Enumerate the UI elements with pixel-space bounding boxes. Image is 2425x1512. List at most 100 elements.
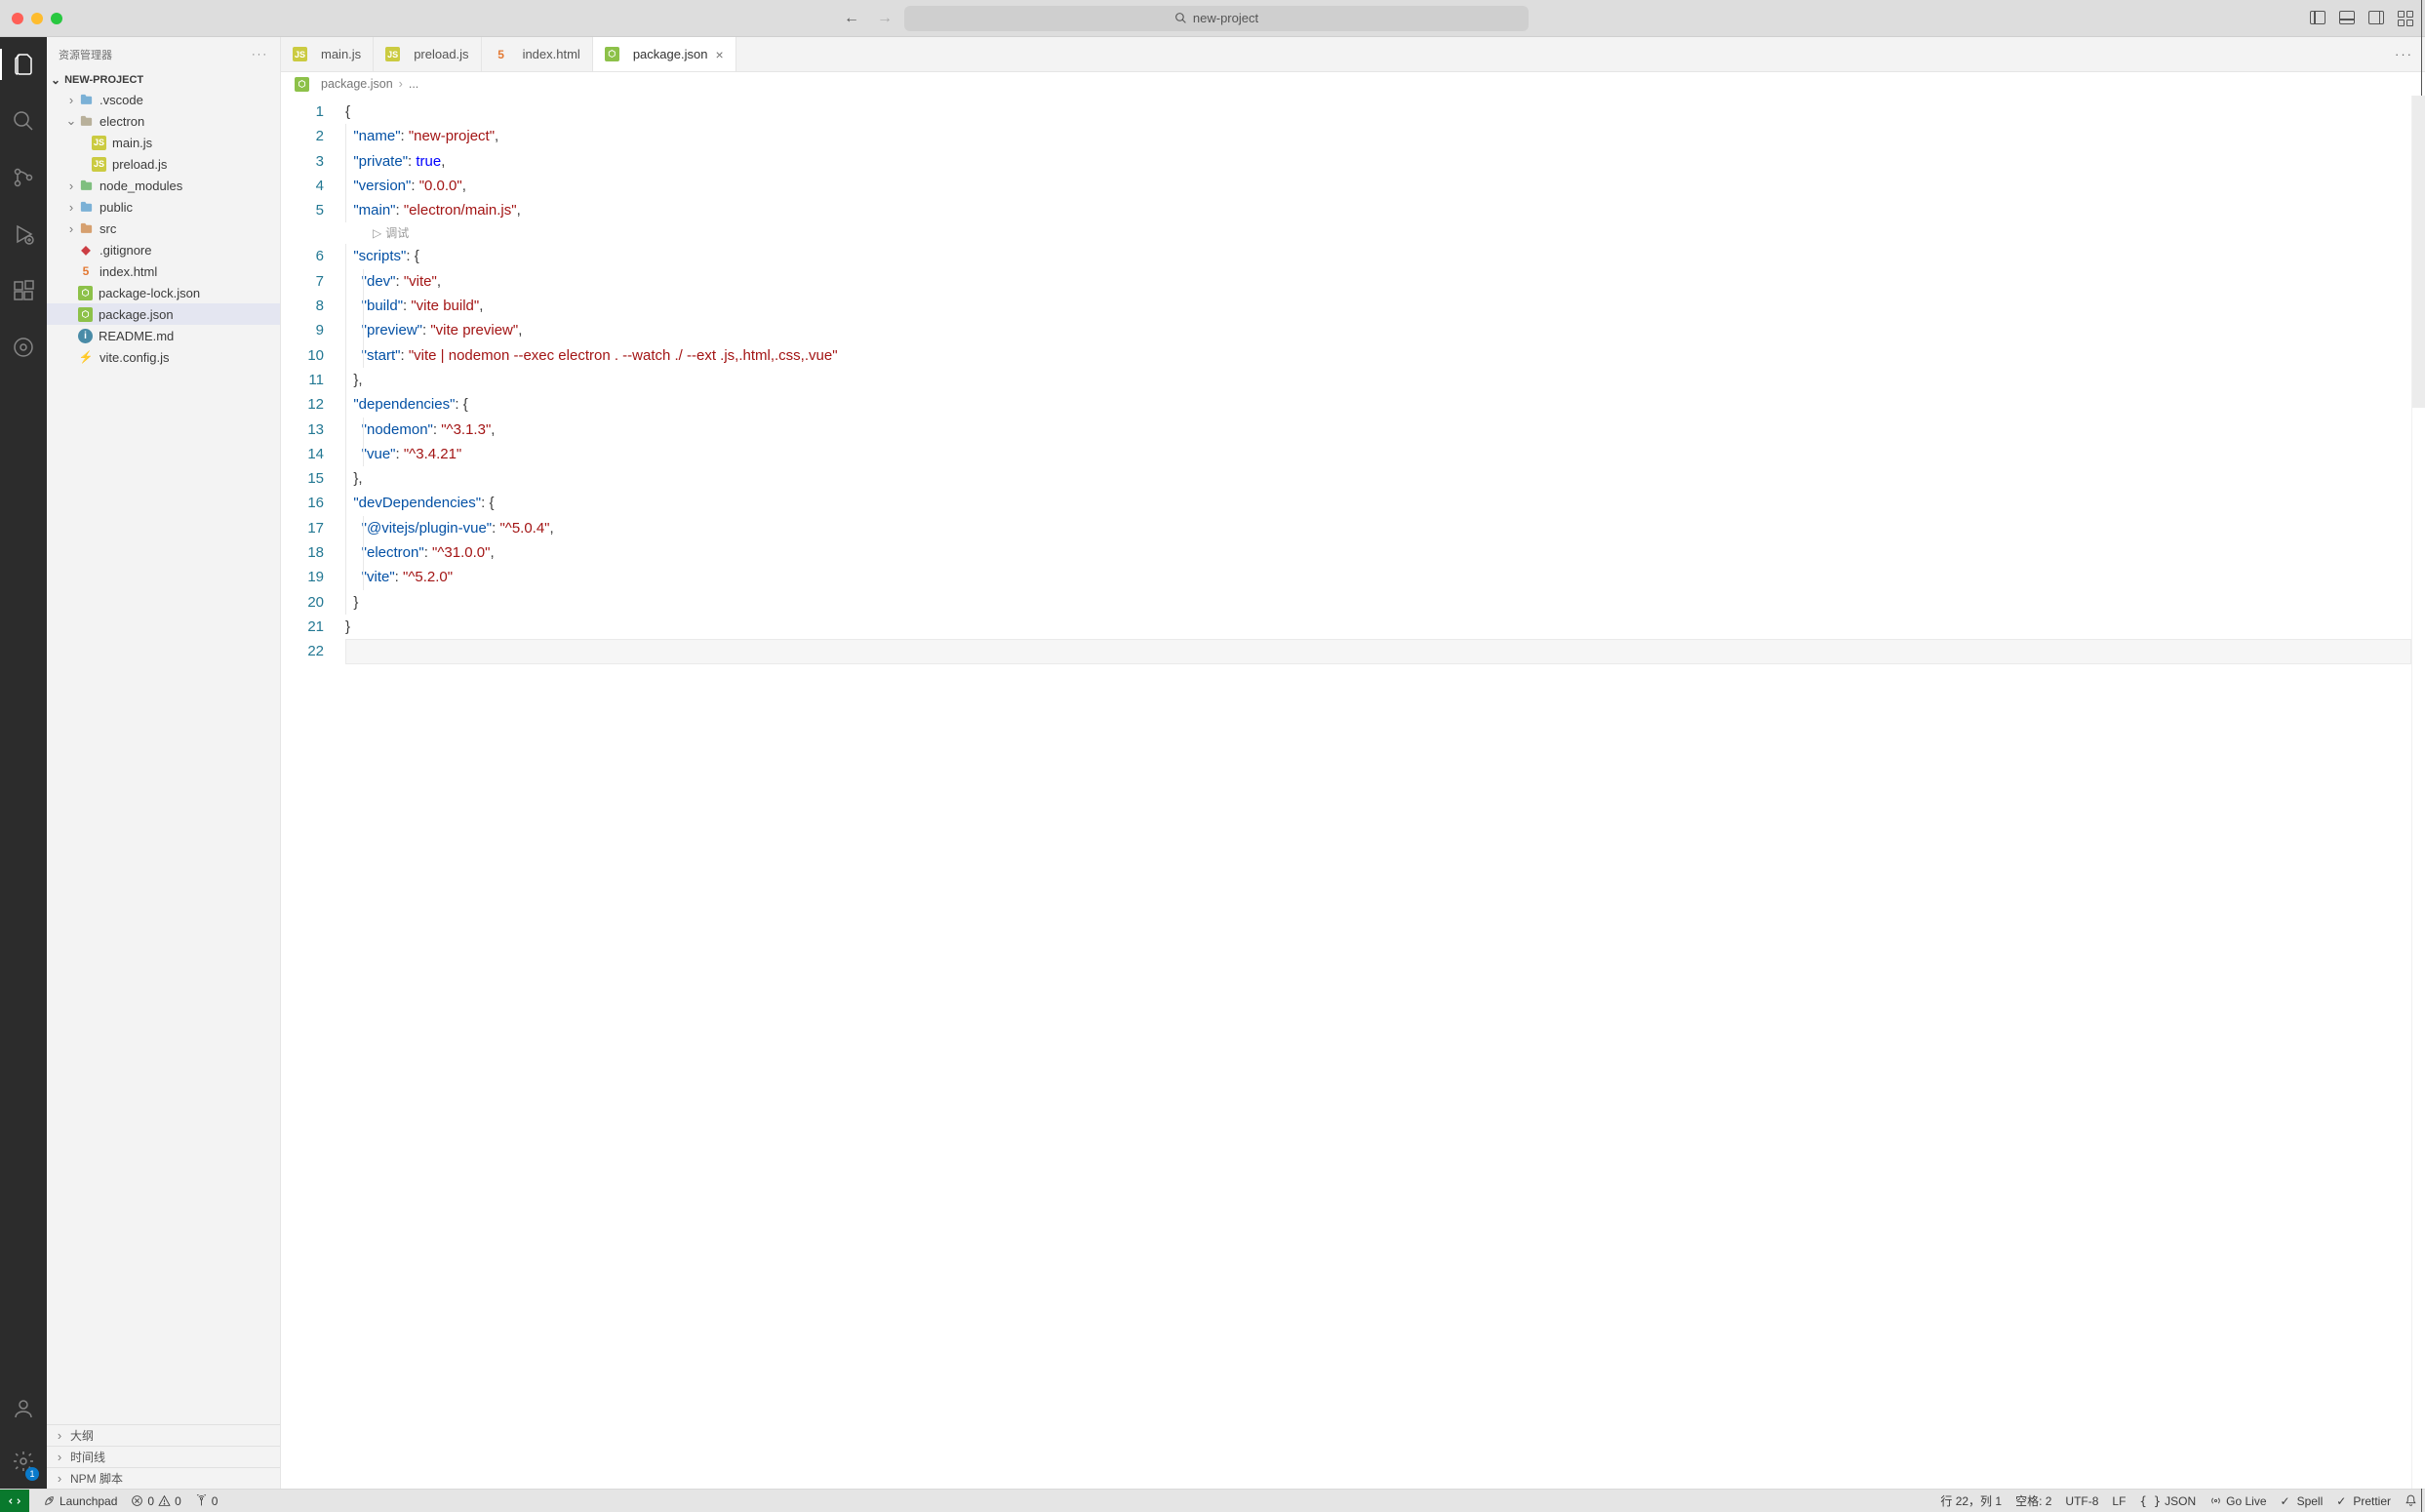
folder-row[interactable]: › src (47, 218, 280, 239)
codelens-label: 调试 (385, 221, 409, 246)
file-row[interactable]: JSpreload.js (47, 153, 280, 175)
chevron-right-icon: › (64, 93, 78, 107)
status-language[interactable]: { } JSON (2139, 1494, 2196, 1508)
folder-row[interactable]: ›node_modules (47, 175, 280, 196)
remote-indicator[interactable] (0, 1490, 29, 1512)
file-row[interactable]: iREADME.md (47, 325, 280, 346)
file-row[interactable]: ⚡vite.config.js (47, 346, 280, 368)
line-number: 2 (281, 124, 324, 148)
file-tree: ›.vscode ⌄ electron JSmain.jsJSpreload.js›n… (47, 89, 280, 1424)
sidebar: 资源管理器 ··· ⌄ NEW-PROJECT ›.vscode⌄electro… (47, 37, 281, 1489)
chevron-down-icon: ⌄ (64, 113, 78, 129)
search-icon (12, 109, 35, 133)
editor-tab[interactable]: ⬡package.json× (593, 37, 736, 71)
nav-arrows: ← → (844, 10, 893, 27)
line-number: 15 (281, 466, 324, 491)
file-row[interactable]: 5index.html (47, 260, 280, 282)
minimap-thumb[interactable] (2412, 96, 2425, 408)
bell-icon (2405, 1494, 2417, 1507)
sidebar-panel-label: 时间线 (70, 1449, 105, 1465)
remote-icon (8, 1494, 21, 1508)
code-editor[interactable]: { "name": "new-project", "private": true… (338, 96, 2411, 1489)
activity-remote-explorer[interactable] (0, 330, 47, 365)
code-line: "name": "new-project", (345, 124, 2411, 148)
tree-item-label: preload.js (112, 157, 167, 172)
editor-tab[interactable]: JSpreload.js (374, 37, 481, 71)
activity-debug[interactable] (0, 217, 47, 252)
status-cursor[interactable]: 行 22，列 1 (1940, 1492, 2002, 1509)
status-errors-count: 0 (147, 1494, 154, 1508)
close-window-button[interactable] (12, 13, 23, 24)
status-problems[interactable]: 0 0 (131, 1494, 180, 1508)
split-editor-icon[interactable] (2367, 49, 2381, 60)
nav-forward-icon[interactable]: → (877, 10, 893, 27)
status-launchpad[interactable]: Launchpad (43, 1494, 117, 1508)
maximize-window-button[interactable] (51, 13, 62, 24)
file-icon: i (78, 329, 93, 343)
file-icon: ⬡ (78, 286, 93, 300)
status-notifications[interactable] (2405, 1494, 2417, 1507)
code-line: "main": "electron/main.js", (345, 198, 2411, 222)
line-number: 4 (281, 174, 324, 198)
status-encoding[interactable]: UTF-8 (2065, 1494, 2098, 1508)
sidebar-more-icon[interactable]: ··· (252, 49, 268, 60)
tree-item-label: src (99, 221, 116, 236)
status-ports[interactable]: 0 (195, 1494, 219, 1508)
tree-item-label: electron (99, 114, 144, 129)
status-eol[interactable]: LF (2112, 1494, 2126, 1508)
toggle-panel-icon[interactable] (2339, 11, 2355, 24)
tab-more-icon[interactable]: ··· (2395, 47, 2413, 61)
file-row[interactable]: JSmain.js (47, 132, 280, 153)
minimap[interactable] (2411, 96, 2425, 1489)
line-number: 22 (281, 639, 324, 663)
codelens-debug[interactable]: ▷调试 (345, 222, 2411, 244)
customize-layout-icon[interactable] (2398, 11, 2413, 26)
tree-item-label: vite.config.js (99, 350, 170, 365)
code-line: { (345, 99, 2411, 124)
activity-bar: 1 (0, 37, 47, 1489)
status-bar: Launchpad 0 0 0 行 22，列 1 空格: 2 UTF-8 LF … (0, 1489, 2425, 1512)
code-line: "preview": "vite preview", (345, 318, 2411, 342)
play-icon: ▷ (373, 221, 381, 246)
activity-scm[interactable] (0, 160, 47, 195)
file-row[interactable]: ⬡package-lock.json (47, 282, 280, 303)
error-icon (131, 1494, 143, 1507)
sidebar-panel[interactable]: ›大纲 (47, 1424, 280, 1446)
minimize-window-button[interactable] (31, 13, 43, 24)
line-number: 16 (281, 491, 324, 515)
activity-explorer[interactable] (0, 47, 47, 82)
status-indent[interactable]: 空格: 2 (2015, 1492, 2051, 1509)
command-center[interactable]: new-project (904, 6, 1529, 31)
nav-back-icon[interactable]: ← (844, 10, 859, 27)
explorer-root[interactable]: ⌄ NEW-PROJECT (47, 71, 280, 89)
file-row[interactable]: ⬡package.json (47, 303, 280, 325)
code-line: "dev": "vite", (345, 269, 2411, 294)
code-line: } (345, 590, 2411, 615)
folder-row[interactable]: ›.vscode (47, 89, 280, 110)
close-tab-icon[interactable]: × (715, 47, 723, 62)
breadcrumb[interactable]: ⬡ package.json › ... (281, 72, 2425, 96)
status-prettier[interactable]: Prettier (2336, 1494, 2391, 1508)
activity-search[interactable] (0, 103, 47, 139)
chevron-right-icon: › (64, 221, 78, 236)
status-golive[interactable]: Go Live (2209, 1494, 2266, 1508)
folder-row[interactable]: ›public (47, 196, 280, 218)
status-ports-count: 0 (212, 1494, 219, 1508)
activity-accounts[interactable] (0, 1391, 47, 1426)
editor-tab[interactable]: 5index.html (482, 37, 593, 71)
activity-settings[interactable]: 1 (0, 1444, 47, 1479)
toggle-secondary-sidebar-icon[interactable] (2368, 11, 2384, 24)
sidebar-panel[interactable]: ›NPM 脚本 (47, 1467, 280, 1489)
file-icon: 5 (78, 263, 94, 279)
activity-extensions[interactable] (0, 273, 47, 308)
sidebar-panel[interactable]: ›时间线 (47, 1446, 280, 1467)
chevron-right-icon: › (399, 77, 403, 91)
folder-row[interactable]: ⌄ electron (47, 110, 280, 132)
toggle-primary-sidebar-icon[interactable] (2310, 11, 2326, 24)
line-number: 5 (281, 198, 324, 222)
line-number: 13 (281, 418, 324, 442)
search-icon (1174, 12, 1187, 24)
editor-tab[interactable]: JSmain.js (281, 37, 374, 71)
status-spell[interactable]: Spell (2281, 1494, 2324, 1508)
file-row[interactable]: ◆.gitignore (47, 239, 280, 260)
